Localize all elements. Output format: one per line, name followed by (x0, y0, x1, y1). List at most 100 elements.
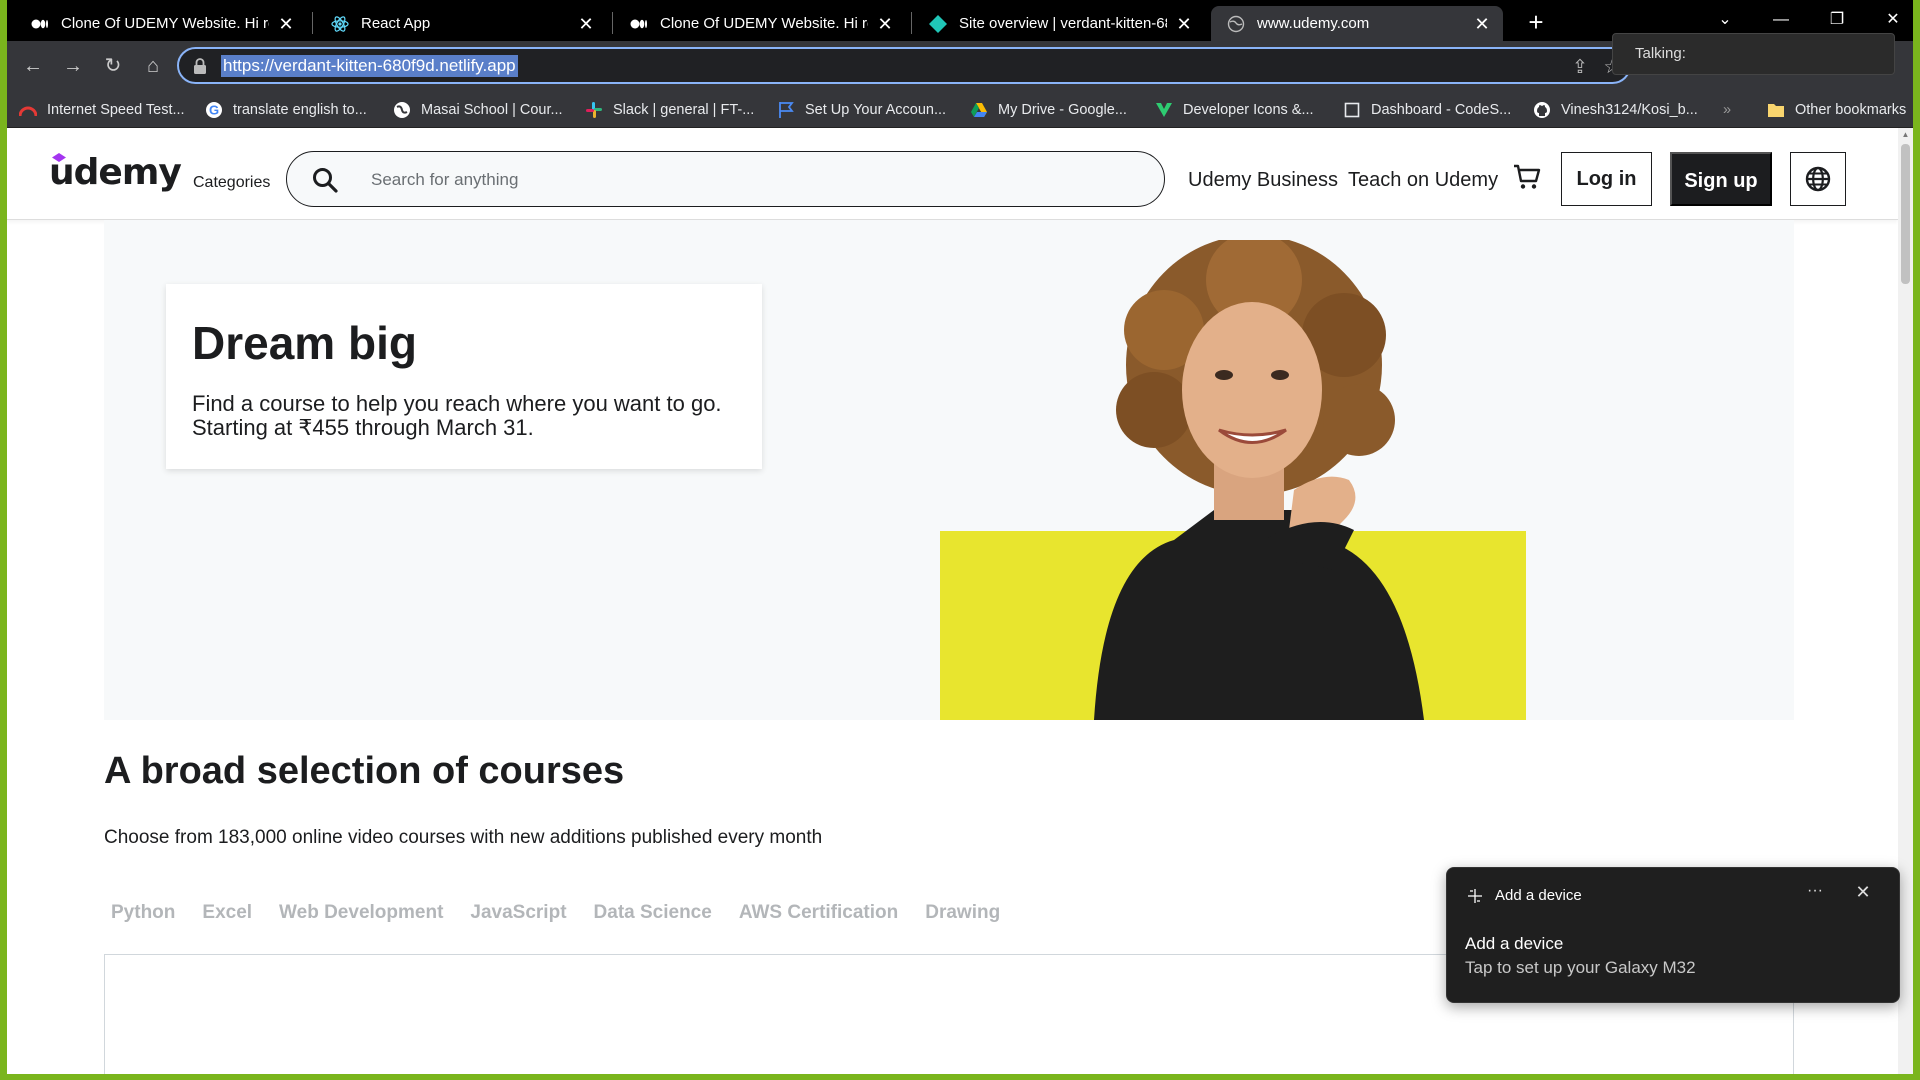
forward-icon[interactable]: → (59, 52, 87, 80)
devicons-icon (1155, 101, 1173, 119)
bookmark-other-bookmarks[interactable]: Other bookmarks (1767, 99, 1906, 121)
share-icon[interactable]: ⇪ (1569, 57, 1591, 79)
tab-title: React App (361, 15, 431, 32)
flag-icon (777, 101, 795, 119)
tab-search-icon[interactable]: ⌄ (1705, 6, 1745, 34)
signup-button[interactable]: Sign up (1670, 152, 1772, 206)
hero-person-image (1094, 240, 1424, 720)
udemy-logo[interactable]: udemy (49, 152, 182, 196)
tab-title: Clone Of UDEMY Website. Hi rea (61, 15, 269, 32)
categories-menu[interactable]: Categories (193, 174, 270, 192)
language-button[interactable] (1790, 152, 1846, 206)
tab-netlify-site-overview[interactable]: Site overview | verdant-kitten-68 ✕ (913, 6, 1205, 41)
tab-udemy-active[interactable]: www.udemy.com ✕ (1211, 6, 1503, 41)
site-header: udemy Categories Udemy Business Teach on… (7, 128, 1898, 220)
bookmarks-overflow-icon[interactable]: » (1723, 99, 1731, 121)
tab-title: www.udemy.com (1257, 15, 1370, 32)
github-icon (1533, 101, 1551, 119)
scroll-up-icon[interactable]: ▲ (1901, 130, 1910, 140)
netlify-icon (929, 14, 947, 33)
bookmark-internet-speed-test[interactable]: Internet Speed Test... (19, 99, 185, 121)
bookmark-label: Dashboard - CodeS... (1371, 102, 1512, 118)
tab-udemy-clone-1[interactable]: Clone Of UDEMY Website. Hi rea ✕ (15, 6, 307, 41)
bookmark-github-repo[interactable]: Vinesh3124/Kosi_b... (1533, 99, 1698, 121)
tab-python[interactable]: Python (111, 902, 175, 924)
tab-javascript[interactable]: JavaScript (470, 902, 566, 924)
tab-data-science[interactable]: Data Science (594, 902, 712, 924)
talking-popup: Talking: (1612, 33, 1895, 75)
new-tab-button[interactable]: + (1522, 9, 1550, 37)
bookmark-label: translate english to... (233, 102, 367, 118)
globe-icon (1227, 15, 1245, 33)
back-icon[interactable]: ← (19, 52, 47, 80)
bookmark-slack[interactable]: Slack | general | FT-... (585, 99, 754, 121)
slack-icon (585, 101, 603, 119)
hero-subtitle: Find a course to help you reach where yo… (192, 391, 722, 440)
close-icon[interactable]: ✕ (277, 15, 295, 33)
tab-aws-certification[interactable]: AWS Certification (739, 902, 898, 924)
folder-icon (1767, 101, 1785, 119)
medium-icon (630, 15, 648, 33)
close-icon[interactable]: ✕ (1473, 15, 1491, 33)
close-icon[interactable]: ✕ (1851, 882, 1875, 906)
globe-icon (1805, 166, 1831, 192)
search-icon[interactable] (311, 166, 339, 194)
udemy-business-link[interactable]: Udemy Business (1188, 169, 1338, 192)
tab-separator (312, 12, 313, 34)
bookmark-translate[interactable]: G translate english to... (205, 99, 367, 121)
close-icon[interactable]: ✕ (1175, 15, 1193, 33)
tab-web-development[interactable]: Web Development (279, 902, 443, 924)
lock-icon (193, 58, 207, 74)
add-device-notification[interactable]: Add a device ··· ✕ Add a device Tap to s… (1446, 867, 1900, 1003)
window-close-icon[interactable]: ✕ (1873, 6, 1913, 34)
home-icon[interactable]: ⌂ (139, 52, 167, 80)
close-icon[interactable]: ✕ (577, 15, 595, 33)
bookmark-label: Masai School | Cour... (421, 102, 563, 118)
course-category-tabs: Python Excel Web Development JavaScript … (111, 902, 1027, 924)
url-text[interactable]: https://verdant-kitten-680f9d.netlify.ap… (221, 55, 518, 77)
notification-title: Add a device (1465, 934, 1564, 953)
bookmark-masai-school[interactable]: Masai School | Cour... (393, 99, 563, 121)
drive-icon (970, 101, 988, 119)
search-bar[interactable] (286, 151, 1165, 207)
tab-drawing[interactable]: Drawing (925, 902, 1000, 924)
bookmark-set-up-account[interactable]: Set Up Your Accoun... (777, 99, 946, 121)
page-scrollbar[interactable]: ▲ (1898, 128, 1913, 1074)
bookmark-label: Developer Icons &... (1183, 102, 1314, 118)
login-button[interactable]: Log in (1561, 152, 1652, 206)
square-icon (1343, 101, 1361, 119)
bookmark-developer-icons[interactable]: Developer Icons &... (1155, 99, 1314, 121)
bookmark-label: Vinesh3124/Kosi_b... (1561, 102, 1698, 118)
courses-section-title: A broad selection of courses (104, 750, 625, 792)
tab-react-app[interactable]: React App ✕ (315, 6, 607, 41)
reload-icon[interactable]: ↻ (99, 52, 127, 80)
tab-title: Clone Of UDEMY Website. Hi rea (660, 15, 868, 32)
search-input[interactable] (371, 166, 1131, 194)
tab-excel[interactable]: Excel (202, 902, 252, 924)
globe-icon (393, 101, 411, 119)
bookmark-label: Internet Speed Test... (47, 102, 185, 118)
cart-icon[interactable] (1512, 162, 1542, 192)
hero-card: Dream big Find a course to help you reac… (166, 284, 762, 469)
bookmark-label: Set Up Your Accoun... (805, 102, 947, 118)
svg-text:G: G (209, 103, 219, 118)
bookmark-label: My Drive - Google... (998, 102, 1127, 118)
bookmark-my-drive[interactable]: My Drive - Google... (970, 99, 1127, 121)
react-icon (331, 15, 349, 33)
scrollbar-thumb[interactable] (1901, 144, 1910, 284)
close-icon[interactable]: ✕ (876, 15, 894, 33)
bookmark-dashboard-codes[interactable]: Dashboard - CodeS... (1343, 99, 1511, 121)
tab-udemy-clone-2[interactable]: Clone Of UDEMY Website. Hi rea ✕ (614, 6, 906, 41)
address-bar[interactable]: https://verdant-kitten-680f9d.netlify.ap… (177, 47, 1631, 84)
notification-app-name: Add a device (1495, 887, 1582, 904)
bookmark-label: Slack | general | FT-... (613, 102, 755, 118)
google-icon: G (205, 101, 223, 119)
teach-on-udemy-link[interactable]: Teach on Udemy (1348, 169, 1498, 192)
minimize-icon[interactable]: — (1761, 6, 1801, 34)
bookmark-label: Other bookmarks (1795, 102, 1907, 118)
restore-icon[interactable]: ❐ (1817, 6, 1857, 34)
tab-separator (612, 12, 613, 34)
add-device-icon (1468, 889, 1482, 903)
more-options-icon[interactable]: ··· (1801, 882, 1829, 906)
tab-title: Site overview | verdant-kitten-68 (959, 15, 1167, 32)
